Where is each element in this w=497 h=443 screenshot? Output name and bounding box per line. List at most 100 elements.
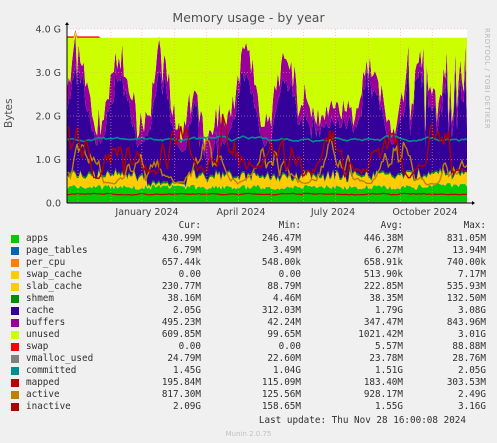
legend-value-min: 0.00 — [278, 341, 301, 352]
legend-swatch — [11, 343, 19, 351]
legend-value-cur: 1.45G — [173, 365, 201, 376]
legend-value-avg: 23.78M — [369, 353, 403, 364]
x-tick-label: January 2024 — [114, 207, 178, 218]
legend-swatch — [11, 319, 19, 327]
y-tick-label: 3.0 G — [36, 68, 62, 79]
legend-value-avg: 1021.42M — [358, 329, 403, 340]
legend-swatch — [11, 367, 19, 375]
legend-value-min: 99.65M — [267, 329, 301, 340]
legend-series-name: cache — [26, 305, 54, 316]
legend-value-avg: 1.55G — [375, 401, 403, 412]
legend-value-max: 3.01G — [458, 329, 486, 340]
legend-swatch — [11, 379, 19, 387]
legend-row-per-cpu: per_cpu 657.44k 548.00k 658.91k 740.00k — [11, 257, 486, 269]
legend-value-avg: 38.35M — [369, 293, 403, 304]
legend-value-min: 1.04G — [273, 365, 301, 376]
legend-series-name: unused — [26, 329, 60, 340]
legend-series-name: slab_cache — [26, 281, 82, 292]
legend-value-min: 42.24M — [267, 317, 301, 328]
col-avg-header: Avg: — [380, 220, 403, 231]
legend-series-name: vmalloc_used — [26, 353, 94, 364]
legend-swatch — [11, 307, 19, 315]
y-tick-label: 4.0 G — [36, 25, 62, 36]
legend-value-cur: 2.09G — [173, 401, 201, 412]
legend-swatch — [11, 271, 19, 279]
legend-row-mapped: mapped 195.84M 115.09M 183.40M 303.53M — [11, 377, 486, 389]
legend-value-max: 28.76M — [452, 353, 486, 364]
x-axis-arrow — [472, 201, 475, 205]
legend-swatch — [11, 403, 19, 411]
legend-swatch — [11, 355, 19, 363]
legend-series-name: swap — [26, 341, 49, 352]
col-min-header: Min: — [278, 220, 301, 231]
legend-value-cur: 0.00 — [178, 269, 201, 280]
x-tick-label: October 2024 — [392, 207, 457, 218]
legend-value-min: 115.09M — [261, 377, 301, 388]
legend-swatch — [11, 247, 19, 255]
legend-value-avg: 1.51G — [375, 365, 403, 376]
legend-value-cur: 195.84M — [161, 377, 201, 388]
legend-value-min: 22.60M — [267, 353, 301, 364]
legend-value-cur: 817.30M — [161, 389, 201, 400]
legend-series-name: per_cpu — [26, 257, 66, 268]
legend-value-cur: 24.79M — [167, 353, 201, 364]
legend-row-cache: cache 2.05G 312.03M 1.79G 3.08G — [11, 305, 486, 317]
legend-value-avg: 928.17M — [363, 389, 403, 400]
legend-value-min: 548.00k — [261, 257, 301, 268]
legend-series-name: active — [26, 389, 60, 400]
x-tick-label: July 2024 — [310, 207, 355, 218]
legend-series-name: page_tables — [26, 245, 88, 256]
legend-value-min: 312.03M — [261, 305, 301, 316]
legend-value-min: 3.49M — [273, 245, 301, 256]
legend-value-max: 831.05M — [446, 233, 486, 244]
legend-row-committed: committed 1.45G 1.04G 1.51G 2.05G — [11, 365, 486, 377]
legend-value-cur: 230.77M — [161, 281, 201, 292]
legend-value-cur: 2.05G — [173, 305, 201, 316]
legend-swatch — [11, 391, 19, 399]
legend-series-name: apps — [26, 233, 49, 244]
legend-value-cur: 38.16M — [167, 293, 201, 304]
legend-value-max: 2.49G — [458, 389, 486, 400]
legend-value-max: 132.50M — [446, 293, 486, 304]
legend-value-max: 3.08G — [458, 305, 486, 316]
y-axis-arrow — [65, 22, 69, 25]
legend-value-avg: 6.27M — [375, 245, 403, 256]
legend-value-avg: 5.57M — [375, 341, 403, 352]
legend-row-active: active 817.30M 125.56M 928.17M 2.49G — [11, 389, 486, 401]
y-tick-label: 0.0 — [46, 199, 61, 210]
legend-swatch — [11, 283, 19, 291]
last-update: Last update: Thu Nov 28 16:00:08 2024 — [258, 415, 466, 426]
legend-row-apps: apps 430.99M 246.47M 446.38M 831.05M — [11, 233, 486, 245]
legend-value-avg: 183.40M — [363, 377, 403, 388]
legend-value-avg: 658.91k — [363, 257, 403, 268]
legend-series-name: buffers — [26, 317, 66, 328]
legend-value-min: 4.46M — [273, 293, 301, 304]
col-cur-header: Cur: — [178, 220, 201, 231]
x-tick-label: April 2024 — [217, 207, 266, 218]
legend-value-max: 535.93M — [446, 281, 486, 292]
legend-row-unused: unused 609.85M 99.65M 1021.42M 3.01G — [11, 329, 486, 341]
legend-swatch — [11, 331, 19, 339]
legend-value-cur: 657.44k — [161, 257, 201, 268]
legend-value-max: 88.88M — [452, 341, 486, 352]
y-tick-label: 2.0 G — [36, 112, 62, 123]
legend-value-avg: 222.85M — [363, 281, 403, 292]
munin-version: Munin 2.0.75 — [225, 430, 272, 438]
legend-value-avg: 446.38M — [363, 233, 403, 244]
legend-series-name: shmem — [26, 293, 54, 304]
legend-row-buffers: buffers 495.23M 42.24M 347.47M 843.96M — [11, 317, 486, 329]
legend-value-cur: 609.85M — [161, 329, 201, 340]
legend-series-name: mapped — [26, 377, 60, 388]
legend-value-min: 125.56M — [261, 389, 301, 400]
legend-series-name: swap_cache — [26, 269, 82, 280]
stacked-areas — [67, 30, 467, 203]
legend-value-max: 13.94M — [452, 245, 486, 256]
legend-value-max: 3.16G — [458, 401, 486, 412]
legend-value-max: 740.00k — [446, 257, 486, 268]
legend-row-shmem: shmem 38.16M 4.46M 38.35M 132.50M — [11, 293, 486, 305]
legend-value-min: 88.79M — [267, 281, 301, 292]
legend-value-max: 843.96M — [446, 317, 486, 328]
legend-value-avg: 513.90k — [363, 269, 403, 280]
legend-value-max: 303.53M — [446, 377, 486, 388]
legend-swatch — [11, 259, 19, 267]
